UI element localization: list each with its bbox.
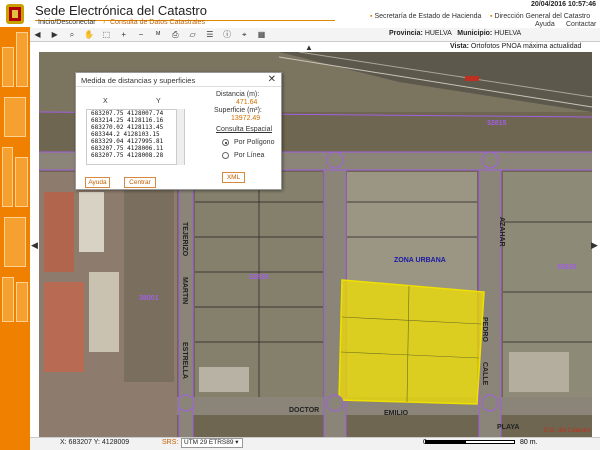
- parcel-label: 32838: [249, 274, 269, 281]
- street-label: PEDRO: [481, 317, 488, 342]
- measure-dialog: Medida de distancias y superficies ✕ X Y…: [75, 72, 282, 190]
- location-selector: Provincia: HUELVA Municipio: HUELVA: [389, 30, 521, 37]
- direccion-link[interactable]: ▪ Dirección General del Catastro: [490, 13, 590, 20]
- info-icon[interactable]: ⓘ: [222, 29, 233, 40]
- list-item[interactable]: 683329.04 4127995.81: [87, 138, 184, 145]
- street-label: MARTIN: [181, 277, 188, 305]
- print-icon[interactable]: ⎙: [170, 29, 181, 40]
- area-label: Superficie (m²):: [214, 107, 262, 114]
- zoom-plus-icon[interactable]: +: [118, 29, 129, 40]
- radio-poligono-label[interactable]: Por Polígono: [234, 139, 274, 146]
- street-label: PLAYA: [497, 424, 520, 431]
- spatial-query-label: Consulta Espacial: [216, 126, 273, 133]
- provincia-label: Provincia:: [389, 30, 423, 37]
- pan-left-arrow[interactable]: ◀: [31, 240, 38, 251]
- catastro-logo: [6, 4, 24, 24]
- municipio-label: Municipio:: [457, 30, 493, 37]
- parcel-label: 38001: [139, 295, 159, 302]
- srs-select[interactable]: UTM 29 ETRS89 ▾: [181, 438, 243, 448]
- street-label: EMILIO: [384, 410, 409, 417]
- municipio-value[interactable]: HUELVA: [494, 30, 521, 37]
- login-link[interactable]: Inicio/Desconectar: [38, 19, 96, 26]
- vista-selector[interactable]: Vista: Ortofotos PNOA máxima actualidad: [450, 43, 581, 50]
- secretaria-link[interactable]: ▪ Secretaría de Estado de Hacienda: [370, 13, 481, 20]
- contactar-link[interactable]: Contactar: [566, 21, 596, 28]
- pan-up-arrow[interactable]: ▲: [305, 43, 313, 52]
- cursor-coordinates: X: 683207 Y: 4128009: [60, 439, 130, 446]
- layers-icon[interactable]: ☰: [204, 29, 215, 40]
- locate-icon[interactable]: ⌖: [239, 29, 250, 40]
- list-item[interactable]: 683270.02 4128113.45: [87, 124, 184, 131]
- zoom-in-icon[interactable]: ⌕: [66, 29, 77, 40]
- street-label: DOCTOR: [289, 407, 320, 414]
- zoom-box-icon[interactable]: ⬚: [101, 29, 112, 40]
- scale-end: 80 m.: [520, 439, 538, 446]
- radio-linea-label[interactable]: Por Línea: [234, 152, 264, 159]
- street-label: ESTRELLA: [181, 342, 188, 379]
- srs-label: SRS:: [162, 439, 179, 446]
- copyright-label: D.G. del Catastro: [544, 428, 591, 434]
- list-item[interactable]: 683207.75 4128007.74: [87, 110, 184, 117]
- measure-icon[interactable]: ᴹ: [153, 29, 164, 40]
- parcel-label: 32815: [487, 120, 507, 127]
- list-item[interactable]: 683207.75 4128006.11: [87, 145, 184, 152]
- coordinates-list[interactable]: 683207.75 4128007.74 683214.25 4128116.1…: [86, 109, 185, 165]
- list-item[interactable]: 683207.75 4128008.28: [87, 152, 184, 159]
- sidebar-decoration: [0, 27, 30, 450]
- list-scrollbar[interactable]: [176, 109, 184, 165]
- parcel-label: 35838: [557, 264, 577, 271]
- street-label: AZAHAR: [498, 217, 505, 247]
- column-x-header: X: [103, 98, 108, 105]
- ayuda-link[interactable]: Ayuda: [535, 21, 555, 28]
- zona-urbana-label: ZONA URBANA: [394, 257, 446, 264]
- srs-value: UTM 29 ETRS89: [184, 439, 234, 446]
- nav-separator: ›: [103, 19, 106, 26]
- vista-value[interactable]: Ortofotos PNOA máxima actualidad: [471, 43, 582, 50]
- radio-linea[interactable]: [222, 152, 229, 159]
- area-value: 13972.49: [231, 115, 261, 122]
- street-label: TEJERIZO: [181, 222, 188, 257]
- dialog-divider: [76, 86, 281, 87]
- consulta-link[interactable]: Consulta de Datos Catastrales: [110, 19, 205, 26]
- xml-button[interactable]: XML: [222, 172, 245, 183]
- forward-icon[interactable]: ▶: [49, 29, 60, 40]
- help-button[interactable]: Ayuda: [85, 177, 110, 188]
- pan-icon[interactable]: ✋: [84, 29, 95, 40]
- area-icon[interactable]: ▱: [187, 29, 198, 40]
- provincia-value[interactable]: HUELVA: [425, 30, 452, 37]
- vista-label: Vista:: [450, 43, 469, 50]
- distance-value: 471.64: [236, 99, 258, 106]
- list-item[interactable]: 683344.2 4128103.15: [87, 131, 184, 138]
- column-y-header: Y: [156, 98, 161, 105]
- back-icon[interactable]: ◀: [32, 29, 43, 40]
- scale-bar: [425, 440, 515, 444]
- grid-icon[interactable]: ▦: [256, 29, 267, 40]
- street-label: CALLE: [481, 362, 488, 386]
- site-title: Sede Electrónica del Catastro: [35, 3, 207, 18]
- zoom-minus-icon[interactable]: −: [135, 29, 146, 40]
- dialog-title: Medida de distancias y superficies: [81, 76, 196, 85]
- center-button[interactable]: Centrar: [124, 177, 156, 188]
- list-item[interactable]: 683214.25 4128116.16: [87, 117, 184, 124]
- datetime: 20/04/2016 10:57:46: [531, 1, 596, 8]
- radio-poligono[interactable]: [222, 139, 229, 146]
- distance-label: Distancia (m):: [216, 91, 260, 98]
- pan-right-arrow[interactable]: ▶: [591, 240, 598, 251]
- close-icon[interactable]: ✕: [268, 74, 276, 85]
